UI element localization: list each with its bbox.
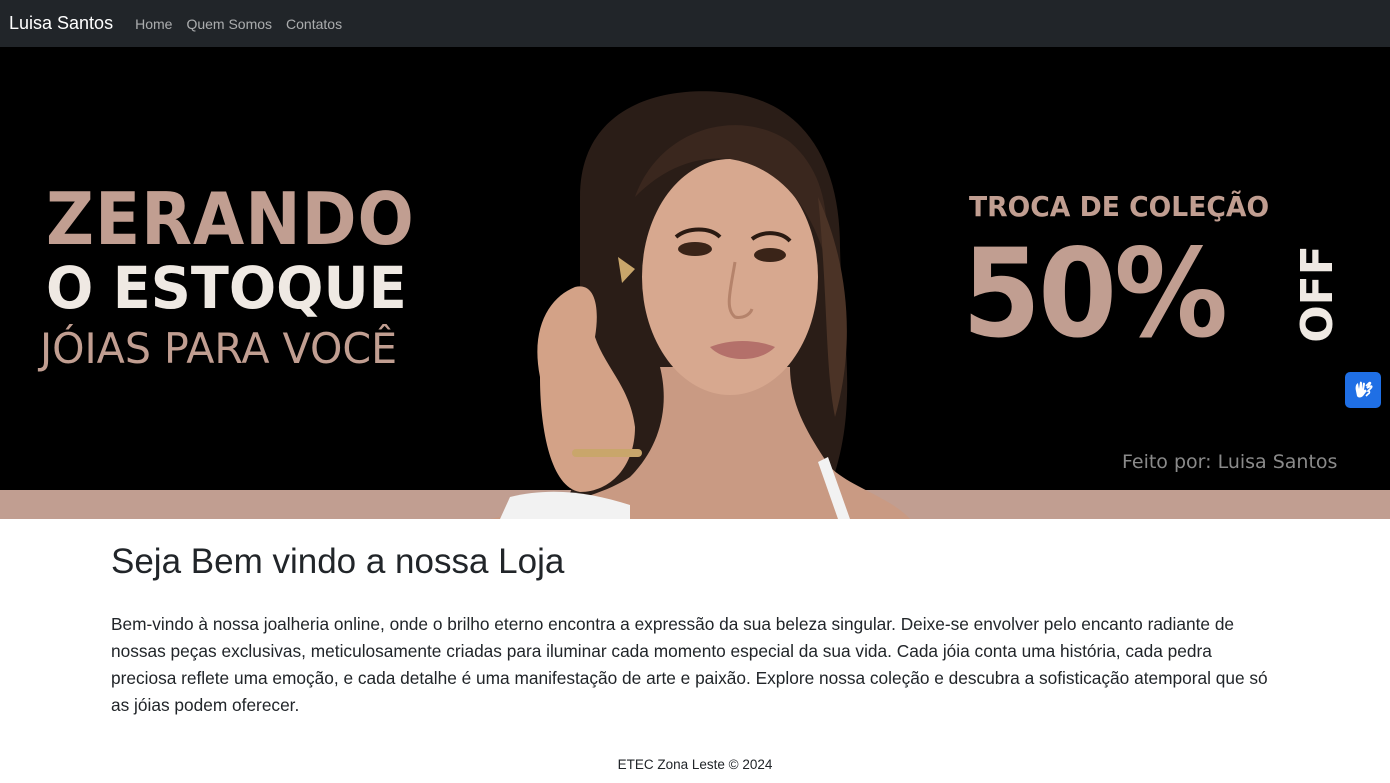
promo-discount-value: 50% <box>962 223 1228 365</box>
nav-link-home[interactable]: Home <box>135 16 172 32</box>
promo-title: TROCA DE COLEÇÃO <box>969 190 1270 223</box>
navbar: Luisa Santos Home Quem Somos Contatos <box>0 0 1390 47</box>
welcome-section: Seja Bem vindo a nossa Loja Bem-vindo à … <box>111 541 1281 719</box>
banner-headline-line2: O ESTOQUE <box>46 254 407 322</box>
banner-headline-block: ZERANDO O ESTOQUE JÓIAS PARA VOCÊ <box>0 47 520 519</box>
banner-headline-line1: ZERANDO <box>46 177 415 261</box>
banner-credit: Feito por: Luisa Santos <box>1122 451 1338 473</box>
nav-link-contatos[interactable]: Contatos <box>286 16 342 32</box>
brand-link[interactable]: Luisa Santos <box>9 13 113 34</box>
promo-off-label: OFF <box>1292 245 1343 343</box>
sign-language-hands-icon <box>1355 381 1373 398</box>
footer-copyright: ETEC Zona Leste © 2024 <box>617 757 773 772</box>
welcome-title: Seja Bem vindo a nossa Loja <box>111 542 565 581</box>
promo-banner: ZERANDO O ESTOQUE JÓIAS PARA VOCÊ TROCA … <box>0 47 1390 519</box>
welcome-paragraph: Bem-vindo à nossa joalheria online, onde… <box>111 614 1268 715</box>
accessibility-button[interactable] <box>1345 372 1381 408</box>
banner-tagline: JÓIAS PARA VOCÊ <box>40 324 398 373</box>
nav-link-quem-somos[interactable]: Quem Somos <box>186 16 272 32</box>
